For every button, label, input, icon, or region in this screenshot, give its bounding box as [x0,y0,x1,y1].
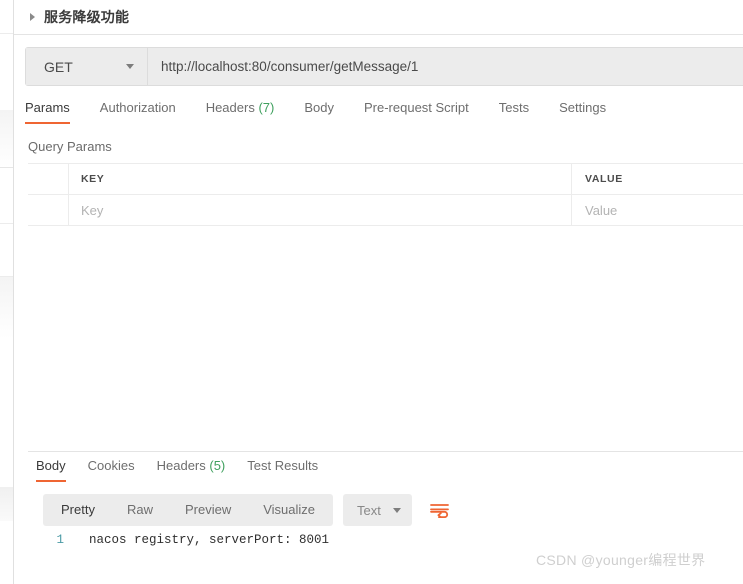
response-tab-body[interactable]: Body [36,458,66,482]
select-all-checkbox-cell[interactable] [28,164,69,194]
tab-tests[interactable]: Tests [499,100,529,124]
tab-label: Authorization [99,100,176,115]
query-params-table: KEY VALUE Key Value [28,163,743,226]
response-tab-test-results[interactable]: Test Results [247,458,318,482]
tab-settings[interactable]: Settings [559,100,606,124]
response-view-toolbar: Pretty Raw Preview Visualize Text [43,494,455,526]
response-format-select[interactable]: Text [343,494,412,526]
tab-headers[interactable]: Headers (7) [206,100,275,124]
tab-label: Cookies [87,458,135,473]
param-value-cell[interactable]: Value [572,195,743,225]
url-input[interactable]: http://localhost:80/consumer/getMessage/… [148,48,743,85]
response-view-mode-group: Pretty Raw Preview Visualize [43,494,334,526]
request-response-panel: 服务降级功能 GET http://localhost:80/consumer/… [14,0,743,584]
column-header-value: VALUE [572,164,743,194]
response-section-divider [28,451,743,452]
tab-params[interactable]: Params [25,100,70,124]
param-value-placeholder: Value [585,202,618,218]
tab-label: Tests [498,100,530,115]
csdn-watermark: CSDN @younger编程世界 [536,552,706,568]
line-number-gutter: 1 [56,533,64,547]
response-body-viewer: 1 nacos registry, serverPort: 8001 [28,533,743,547]
response-tab-headers[interactable]: Headers (5) [157,458,226,482]
tab-label: Test Results [247,458,319,473]
response-format-label: Text [357,502,381,518]
wrap-lines-icon [429,503,449,518]
tab-label: Settings [559,100,607,115]
column-header-label: KEY [81,173,105,185]
request-tab-bar: Params Authorization Headers (7) Body Pr… [25,100,743,130]
caret-right-icon[interactable] [30,13,35,21]
sidebar-sliver [0,0,14,584]
wrap-lines-button[interactable] [424,495,455,526]
view-mode-preview[interactable]: Preview [169,494,247,526]
response-body-text: nacos registry, serverPort: 8001 [89,533,330,547]
view-mode-visualize[interactable]: Visualize [247,494,331,526]
http-method-label: GET [44,58,73,75]
tab-label: Headers [205,100,255,115]
tab-label: Headers [156,458,206,473]
tab-pre-request-script[interactable]: Pre-request Script [364,100,469,124]
chevron-down-icon [392,507,401,513]
http-method-select[interactable]: GET [26,48,148,85]
sidebar-divider [0,168,13,224]
tab-count-badge: (5) [209,458,226,473]
folder-header-row[interactable]: 服务降级功能 [14,0,743,35]
tab-count-badge: (7) [258,100,275,115]
tab-label: Body [36,458,66,473]
folder-title: 服务降级功能 [44,9,130,25]
response-tab-cookies[interactable]: Cookies [88,458,135,482]
column-header-key: KEY [69,164,572,194]
tab-authorization[interactable]: Authorization [100,100,176,124]
tab-label: Params [25,100,70,115]
table-header-row: KEY VALUE [28,164,743,195]
request-url-bar: GET http://localhost:80/consumer/getMess… [25,47,743,86]
tab-label: Body [304,100,334,115]
view-mode-raw[interactable]: Raw [111,494,169,526]
param-key-placeholder: Key [81,202,104,218]
row-checkbox-cell[interactable] [28,195,69,225]
column-header-label: VALUE [585,173,623,185]
param-key-cell[interactable]: Key [69,195,572,225]
query-params-section-label: Query Params [28,139,112,154]
response-tab-bar: Body Cookies Headers (5) Test Results [36,458,340,482]
sidebar-divider [0,0,13,34]
tab-body[interactable]: Body [304,100,334,124]
tab-label: Pre-request Script [363,100,469,115]
sidebar-divider [0,110,13,168]
sidebar-shade [0,487,13,521]
sidebar-divider [0,224,13,277]
chevron-down-icon [126,64,134,69]
table-row: Key Value [28,195,743,226]
sidebar-shade [0,277,13,339]
view-mode-pretty[interactable]: Pretty [45,494,111,526]
